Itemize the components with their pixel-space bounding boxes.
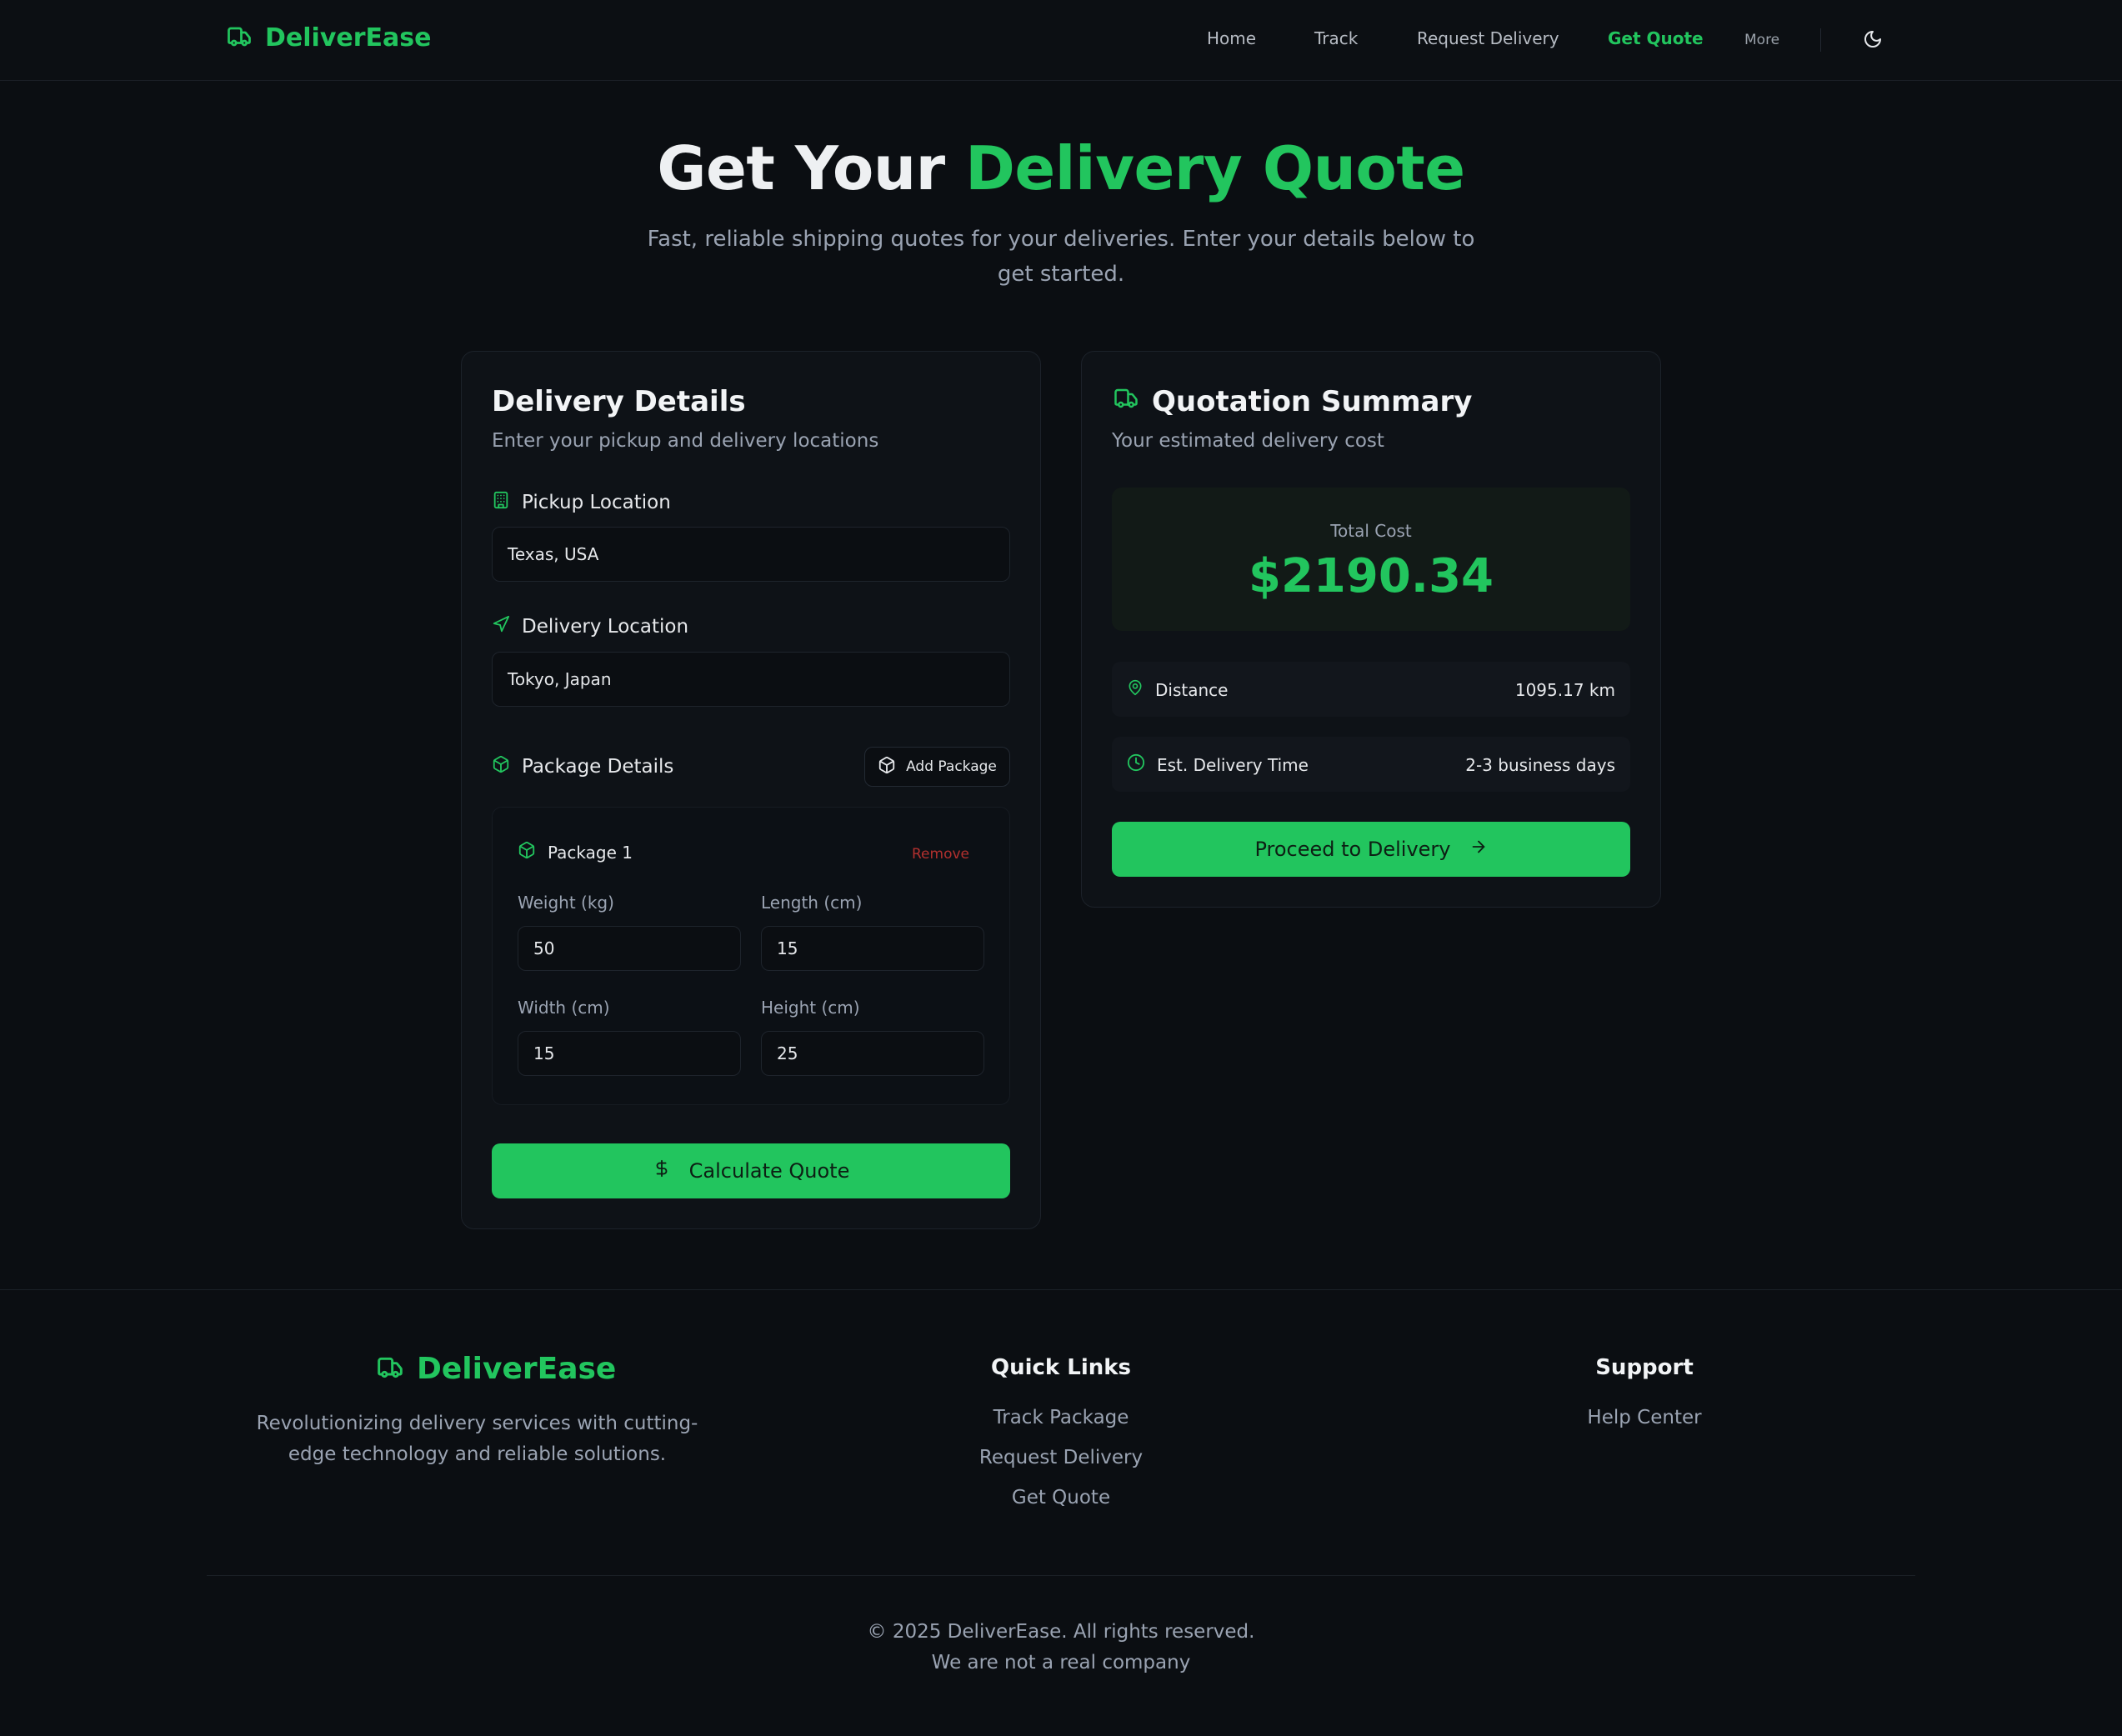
nav-links: Home Track Request Delivery Get Quote xyxy=(0,28,2122,53)
delivery-time-label: Est. Delivery Time xyxy=(1157,754,1309,775)
nav-home[interactable]: Home xyxy=(1207,28,1256,48)
quotation-title: Quotation Summary xyxy=(1112,385,1472,418)
delivery-label: Delivery Location xyxy=(492,615,688,638)
remove-package-button[interactable]: Remove xyxy=(912,846,969,863)
pickup-label: Pickup Location xyxy=(492,490,671,515)
height-label: Height (cm) xyxy=(761,998,860,1018)
width-input[interactable]: 15 xyxy=(518,1031,741,1076)
package-details-label: Package Details xyxy=(492,755,673,778)
footer-link-track-package[interactable]: Track Package xyxy=(936,1407,1186,1428)
length-label: Length (cm) xyxy=(761,893,863,913)
package-icon xyxy=(518,841,536,863)
pickup-input[interactable]: Texas, USA xyxy=(492,527,1010,582)
page-title: Get Your Delivery Quote xyxy=(0,133,2122,203)
total-cost-label: Total Cost xyxy=(1330,521,1412,541)
proceed-label: Proceed to Delivery xyxy=(1254,838,1451,861)
delivery-input[interactable]: Tokyo, Japan xyxy=(492,652,1010,707)
footer-divider xyxy=(0,1289,2122,1290)
quotation-subtitle: Your estimated delivery cost xyxy=(1112,430,1384,452)
map-pin-icon xyxy=(1127,678,1144,701)
truck-icon xyxy=(1112,385,1140,418)
clock-icon xyxy=(1127,753,1145,776)
nav-more[interactable]: More xyxy=(1744,32,1779,48)
footer-bottom-divider xyxy=(207,1575,1915,1576)
total-cost-box: Total Cost $2190.34 xyxy=(1112,488,1630,631)
quotation-title-text: Quotation Summary xyxy=(1152,385,1473,418)
add-package-label: Add Package xyxy=(906,758,997,775)
quick-links-title: Quick Links xyxy=(990,1355,1132,1380)
delivery-details-title: Delivery Details xyxy=(492,385,746,418)
delivery-details-subtitle: Enter your pickup and delivery locations xyxy=(492,430,879,452)
building-icon xyxy=(492,490,510,515)
footer-link-get-quote[interactable]: Get Quote xyxy=(936,1487,1186,1508)
proceed-to-delivery-button[interactable]: Proceed to Delivery xyxy=(1112,822,1630,877)
delivery-time-label-group: Est. Delivery Time xyxy=(1127,753,1309,776)
delivery-time-value: 2-3 business days xyxy=(1465,755,1615,775)
footer-link-help-center[interactable]: Help Center xyxy=(1519,1407,1769,1428)
footer-brand-name: DeliverEase xyxy=(417,1352,617,1386)
package-icon xyxy=(492,755,510,778)
nav-request-delivery[interactable]: Request Delivery xyxy=(1417,28,1559,48)
total-cost-value: $2190.34 xyxy=(1248,549,1494,603)
pickup-label-text: Pickup Location xyxy=(522,492,671,513)
distance-value: 1095.17 km xyxy=(1514,680,1615,700)
nav-get-quote[interactable]: Get Quote xyxy=(1608,28,1704,48)
package-header: Package 1 xyxy=(518,841,633,863)
width-label: Width (cm) xyxy=(518,998,610,1018)
calculate-quote-label: Calculate Quote xyxy=(688,1159,850,1183)
distance-row: Distance 1095.17 km xyxy=(1112,662,1630,717)
weight-label: Weight (kg) xyxy=(518,893,614,913)
nav-track[interactable]: Track xyxy=(1314,28,1358,48)
quotation-summary-card: Quotation Summary Your estimated deliver… xyxy=(1081,351,1661,908)
copyright: © 2025 DeliverEase. All rights reserved.… xyxy=(0,1617,2122,1678)
package-name: Package 1 xyxy=(548,842,633,863)
copyright-text: © 2025 DeliverEase. All rights reserved. xyxy=(867,1621,1255,1643)
length-input[interactable]: 15 xyxy=(761,926,984,971)
top-navbar: DeliverEase Home Track Request Delivery … xyxy=(0,0,2122,81)
support-title: Support xyxy=(1595,1355,1694,1380)
package-card: Package 1 Remove Weight (kg) 50 Length (… xyxy=(492,807,1010,1105)
delivery-label-text: Delivery Location xyxy=(522,616,689,638)
arrow-right-icon xyxy=(1469,838,1488,861)
send-icon xyxy=(492,615,510,638)
weight-input[interactable]: 50 xyxy=(518,926,741,971)
add-package-button[interactable]: Add Package xyxy=(864,747,1010,787)
nav-divider xyxy=(1820,28,1821,52)
dollar-icon xyxy=(653,1158,671,1183)
calculate-quote-button[interactable]: Calculate Quote xyxy=(492,1143,1010,1198)
delivery-details-card: Delivery Details Enter your pickup and d… xyxy=(461,351,1041,1229)
moon-icon[interactable] xyxy=(1860,27,1885,52)
delivery-time-row: Est. Delivery Time 2-3 business days xyxy=(1112,737,1630,792)
page-title-green: Delivery Quote xyxy=(965,133,1465,203)
package-details-label-text: Package Details xyxy=(522,756,674,778)
height-input[interactable]: 25 xyxy=(761,1031,984,1076)
footer-brand[interactable]: DeliverEase xyxy=(375,1352,616,1386)
truck-icon xyxy=(375,1354,405,1384)
footer-link-request-delivery[interactable]: Request Delivery xyxy=(936,1447,1186,1468)
page-title-white: Get Your xyxy=(657,133,945,203)
distance-label: Distance xyxy=(1155,679,1229,700)
page-subtitle: Fast, reliable shipping quotes for your … xyxy=(647,227,1475,287)
package-icon xyxy=(878,756,896,778)
footer-description: Revolutionizing delivery services with c… xyxy=(256,1413,698,1465)
distance-label-group: Distance xyxy=(1127,678,1228,701)
disclaimer-text: We are not a real company xyxy=(931,1652,1191,1673)
